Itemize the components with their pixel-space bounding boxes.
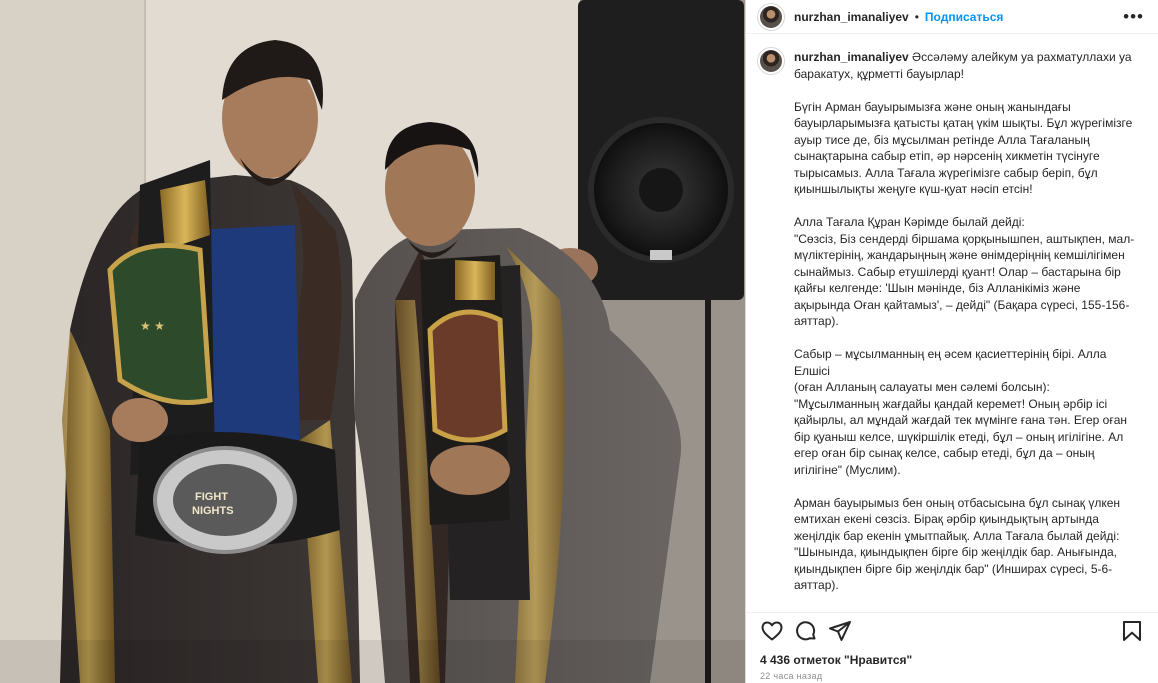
caption-avatar[interactable] — [757, 47, 785, 75]
post-container: ★ ★ FIGHT NIGHTS nurzhan_imanaliyev • По… — [0, 0, 1158, 683]
action-bar — [746, 612, 1158, 649]
comment-icon[interactable] — [794, 619, 818, 643]
post-photo[interactable]: ★ ★ FIGHT NIGHTS — [0, 0, 745, 683]
post-header: nurzhan_imanaliyev • Подписаться ••• — [746, 0, 1158, 34]
caption-username[interactable]: nurzhan_imanaliyev — [794, 50, 909, 64]
caption-row: nurzhan_imanaliyev Әссәләму алейкум уа р… — [757, 47, 1144, 612]
caption-area: nurzhan_imanaliyev Әссәләму алейкум уа р… — [746, 34, 1158, 612]
svg-text:NIGHTS: NIGHTS — [192, 505, 234, 517]
more-options-icon[interactable]: ••• — [1123, 7, 1144, 27]
header-username[interactable]: nurzhan_imanaliyev — [794, 10, 909, 24]
heart-icon[interactable] — [760, 619, 784, 643]
follow-button[interactable]: Подписаться — [925, 10, 1003, 24]
likes-count[interactable]: 4 436 отметок "Нравится" — [746, 649, 1158, 671]
avatar[interactable] — [757, 2, 785, 31]
svg-text:FIGHT: FIGHT — [195, 491, 228, 503]
photo-illustration: ★ ★ FIGHT NIGHTS — [0, 0, 745, 683]
svg-text:★ ★: ★ ★ — [140, 319, 165, 333]
share-icon[interactable] — [828, 619, 852, 643]
header-separator: • — [914, 9, 919, 24]
bookmark-icon[interactable] — [1120, 619, 1144, 643]
caption-text-block: nurzhan_imanaliyev Әссәләму алейкум уа р… — [794, 49, 1144, 612]
side-panel: nurzhan_imanaliyev • Подписаться ••• nur… — [745, 0, 1158, 683]
post-date[interactable]: 22 часа назад — [746, 671, 1158, 683]
caption-text: Әссәләму алейкум уа рахматуллахи уа бара… — [794, 50, 1135, 612]
